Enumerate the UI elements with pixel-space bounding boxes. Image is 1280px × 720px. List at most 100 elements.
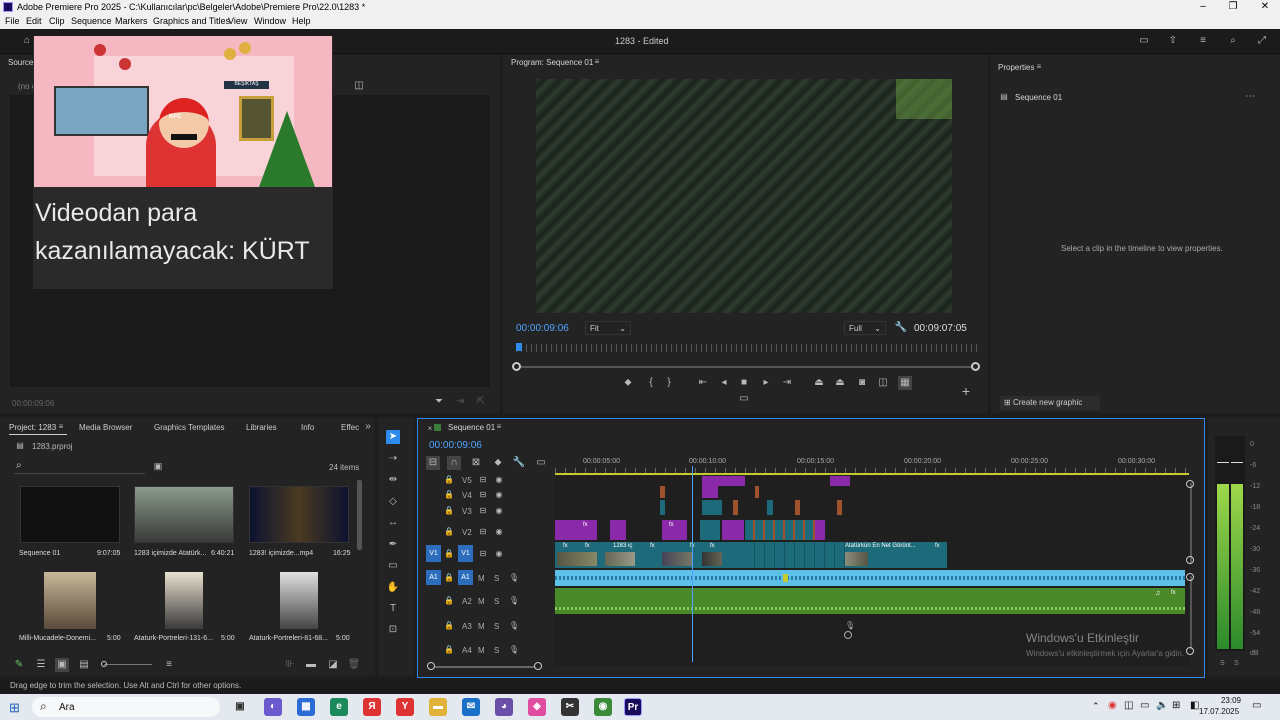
project-item-video-1[interactable] [134,486,234,543]
clip-v3[interactable] [767,500,773,515]
lock-icon[interactable]: 🔒 [442,594,456,608]
track-label-a1[interactable]: A1 [458,570,473,585]
microphone-icon[interactable]: 🎙 [507,619,521,633]
clip-v5[interactable] [702,476,745,486]
tray-icon-2[interactable]: ◫ [1124,700,1133,711]
scroll-handle[interactable] [1186,556,1194,564]
clip-v1[interactable]: fx fx 1283 iç fx fx fx Atatürkün En Net … [555,542,947,568]
properties-title[interactable]: Properties [998,63,1034,72]
new-bin-bottom-icon[interactable]: ▬ [304,658,318,672]
pen-tool-icon[interactable]: ✒ [386,538,400,552]
list-view-icon[interactable]: ☰ [34,658,48,672]
project-item-image-2[interactable] [165,572,203,629]
create-graphic-button[interactable]: ⊞ Create new graphic [1000,396,1100,410]
maximize-button[interactable]: ❐ [1218,0,1248,15]
thumbnail-size-handle[interactable] [101,661,107,667]
taskbar-search[interactable]: ⌕ Ara [32,697,220,717]
clip-v2[interactable] [610,520,626,540]
hand-tool-icon[interactable]: ✋ [386,581,400,595]
tab-graphics-templates[interactable]: Graphics Templates [154,423,225,432]
zoom-handle-left[interactable] [512,362,521,371]
nest-icon[interactable]: ⊟ [426,456,440,470]
file-explorer-icon[interactable]: ▬ [429,698,447,716]
linked-selection-icon[interactable]: ⊠ [469,456,483,470]
icon-view-icon[interactable]: ▣ [55,658,69,672]
timeline-ruler[interactable]: 00:00:05:00 00:00:10:00 00:00:15:00 00:0… [555,457,1195,475]
mail-icon[interactable]: ✉ [462,698,480,716]
menu-sequence[interactable]: Sequence [71,16,112,26]
solo-button[interactable]: S [494,574,499,583]
program-playhead[interactable] [516,343,522,351]
zoom-handle-left[interactable] [427,662,435,670]
search-icon[interactable]: ⌕ [1226,34,1240,48]
lock-icon[interactable]: 🔒 [442,473,456,487]
trash-icon[interactable]: 🗑 [347,658,361,672]
clip-v3[interactable] [702,500,722,515]
solo-left[interactable]: S [1220,660,1225,667]
razor-icon[interactable]: ◇ [386,495,400,509]
automate-sequence-icon[interactable]: ⊪ [283,658,297,672]
scroll-handle[interactable] [1186,647,1194,655]
sync-lock-icon[interactable]: ⊟ [476,488,490,502]
source-patch-a1[interactable]: A1 [426,570,441,585]
tab-effects[interactable]: Effec [341,423,359,432]
snap-icon[interactable]: ∩ [447,456,461,470]
menu-markers[interactable]: Markers [115,16,148,26]
insert-icon[interactable]: ⇥ [453,395,467,409]
mark-out-icon[interactable]: } [662,376,676,390]
track-select-icon[interactable]: ⇢ [386,452,400,466]
eye-icon[interactable]: ◉ [492,488,506,502]
microphone-icon[interactable]: 🎙 [507,594,521,608]
program-menu-icon[interactable]: ≡ [590,55,604,69]
tab-info[interactable]: Info [301,423,314,432]
tray-icon-3[interactable]: ⊞ [1172,700,1180,711]
sync-lock-icon[interactable]: ⊟ [476,525,490,539]
volume-icon[interactable]: 🔈 [1156,700,1168,711]
extract-icon[interactable]: ⏏ [833,376,847,390]
zoom-handle-right[interactable] [971,362,980,371]
safe-margins-icon[interactable]: ▦ [898,376,912,390]
microphone-icon[interactable]: 🎙 [507,571,521,585]
menu-file[interactable]: File [5,16,20,26]
show-hidden-icons[interactable]: ⌃ [1092,701,1100,712]
project-scrollbar[interactable] [357,480,362,550]
add-button-icon[interactable]: + [959,384,973,398]
eye-icon[interactable]: ◉ [492,504,506,518]
lock-icon[interactable]: 🔒 [442,547,456,561]
scroll-handle[interactable] [1186,480,1194,488]
timeline-timecode[interactable]: 00:00:09:06 [429,440,482,451]
sync-lock-icon[interactable]: ⊟ [476,547,490,561]
menu-clip[interactable]: Clip [49,16,65,26]
network-icon[interactable]: ▭ [1140,700,1149,711]
mute-button[interactable]: M [478,597,485,606]
yandex-icon[interactable]: Я [363,698,381,716]
play-icon[interactable]: ▸ [759,376,773,390]
edge-icon[interactable]: e [330,698,348,716]
thumbnail-size-slider[interactable] [104,664,152,665]
clip-v4[interactable] [755,486,759,498]
resolution-dropdown[interactable]: Full ⌄ [844,321,886,335]
menu-edit[interactable]: Edit [26,16,42,26]
more-tabs-icon[interactable]: » [361,420,375,434]
zoom-scrollbar[interactable] [516,366,978,368]
taskbar-time[interactable]: 23:09 [1205,696,1241,705]
sync-lock-icon[interactable]: ⊟ [476,473,490,487]
sort-icon[interactable]: ≡ [162,658,176,672]
zoom-handle-right[interactable] [534,662,542,670]
lock-icon[interactable]: 🔒 [442,488,456,502]
type-tool-icon[interactable]: T [386,602,400,616]
clip-v3[interactable] [660,500,665,515]
eye-icon[interactable]: ◉ [492,547,506,561]
eye-icon[interactable]: ◉ [492,525,506,539]
solo-right[interactable]: S [1234,660,1239,667]
project-search-input[interactable]: ⌕ [14,458,145,474]
share-icon[interactable]: ⇧ [1166,34,1180,48]
fullscreen-icon[interactable]: ⤢ [1255,34,1269,48]
clip-v3[interactable] [733,500,738,515]
rectangle-tool-icon[interactable]: ▭ [386,559,400,573]
captions-tool-icon[interactable]: ⊡ [386,623,400,637]
new-bin-icon[interactable]: ▣ [151,459,165,473]
yandex-browser-icon[interactable]: Y [396,698,414,716]
menu-help[interactable]: Help [292,16,311,26]
marker-icon[interactable]: ⬥ [621,376,635,390]
